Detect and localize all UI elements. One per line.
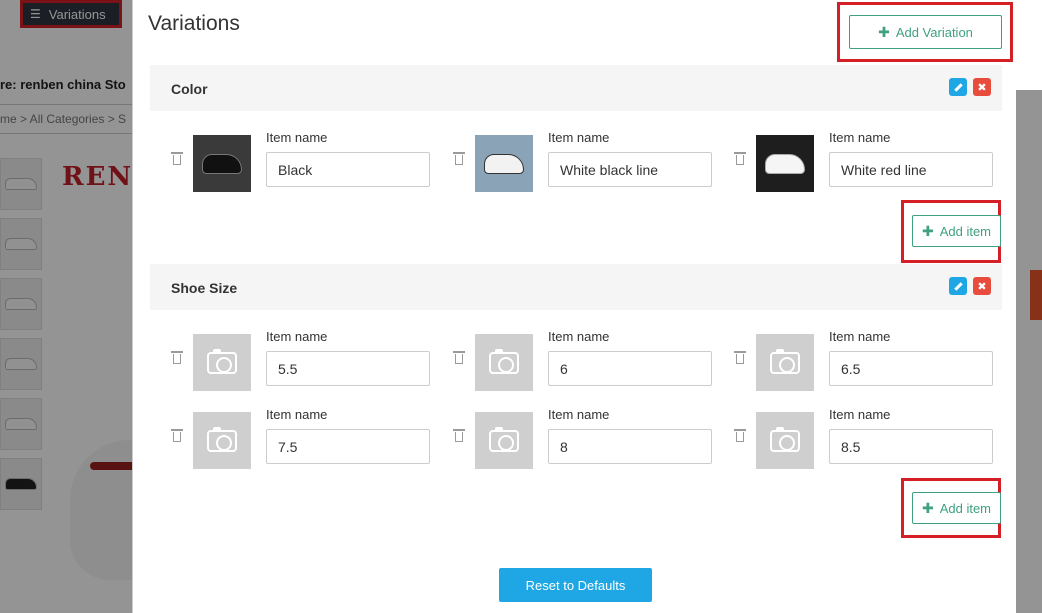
item-name-input[interactable] [548,429,712,464]
trash-icon[interactable] [453,429,465,443]
add-item-label: Add item [939,223,992,239]
add-item-button[interactable]: ✚ Add item [912,492,1001,524]
camera-icon [489,348,519,374]
edit-button[interactable] [949,277,967,295]
variation-item: Item name [432,324,712,391]
item-name-label: Item name [548,329,610,344]
item-name-input[interactable] [829,351,993,386]
variation-item: Item name [150,324,430,391]
item-image[interactable] [756,135,814,192]
delete-section-button[interactable]: ✖ [973,277,991,295]
item-image-placeholder[interactable] [193,412,251,469]
trash-icon[interactable] [734,351,746,365]
item-image[interactable] [475,135,533,192]
item-name-label: Item name [829,130,891,145]
item-name-label: Item name [266,407,328,422]
section-header: Shoe Size ✖ [150,264,1002,310]
item-name-input[interactable] [266,152,430,187]
item-name-input[interactable] [266,351,430,386]
item-name-label: Item name [829,329,891,344]
camera-icon [207,348,237,374]
item-name-input[interactable] [548,351,712,386]
item-image-placeholder[interactable] [475,334,533,391]
variation-item: Item name [713,125,993,192]
trash-icon[interactable] [171,152,183,166]
item-name-label: Item name [266,329,328,344]
right-panel-top [1016,0,1042,90]
trash-icon[interactable] [171,351,183,365]
pencil-icon [953,281,963,291]
trash-icon[interactable] [171,429,183,443]
variation-item: Item name [713,402,993,469]
trash-icon[interactable] [453,152,465,166]
add-item-label: Add item [939,500,992,516]
section-title: Shoe Size [171,280,238,296]
modal-title: Variations [148,12,240,35]
item-name-label: Item name [548,407,610,422]
section-header: Color ✖ [150,65,1002,111]
variation-item: Item name [150,125,430,192]
variation-item: Item name [150,402,430,469]
item-name-input[interactable] [548,152,712,187]
section-title: Color [171,81,208,97]
item-name-label: Item name [829,407,891,422]
camera-icon [770,348,800,374]
trash-icon[interactable] [734,152,746,166]
item-image-placeholder[interactable] [475,412,533,469]
edit-button[interactable] [949,78,967,96]
plus-icon: ✚ [921,499,934,516]
add-variation-label: Add Variation [895,24,973,40]
item-name-label: Item name [266,130,328,145]
camera-icon [770,426,800,452]
camera-icon [489,426,519,452]
variation-item: Item name [432,402,712,469]
pencil-icon [953,82,963,92]
variation-section-color: Color ✖ Item name Item name Item name ✚ … [150,65,1002,265]
trash-icon[interactable] [734,429,746,443]
item-image-placeholder[interactable] [193,334,251,391]
item-image-placeholder[interactable] [756,412,814,469]
variation-item: Item name [432,125,712,192]
add-variation-button[interactable]: ✚ Add Variation [849,15,1002,49]
delete-section-button[interactable]: ✖ [973,78,991,96]
item-image[interactable] [193,135,251,192]
close-icon: ✖ [977,81,987,94]
variation-item: Item name [713,324,993,391]
trash-icon[interactable] [453,351,465,365]
item-image-placeholder[interactable] [756,334,814,391]
item-name-label: Item name [548,130,610,145]
variations-modal: Variations ✚ Add Variation Color ✖ Item … [132,0,1016,613]
item-name-input[interactable] [829,152,993,187]
item-name-input[interactable] [266,429,430,464]
variation-section-shoe-size: Shoe Size ✖ Item name Item name Item nam… [150,264,1002,544]
add-item-button[interactable]: ✚ Add item [912,215,1001,247]
item-name-input[interactable] [829,429,993,464]
plus-icon: ✚ [878,23,890,40]
camera-icon [207,426,237,452]
plus-icon: ✚ [921,222,934,239]
close-icon: ✖ [977,280,987,293]
reset-to-defaults-button[interactable]: Reset to Defaults [499,568,652,602]
